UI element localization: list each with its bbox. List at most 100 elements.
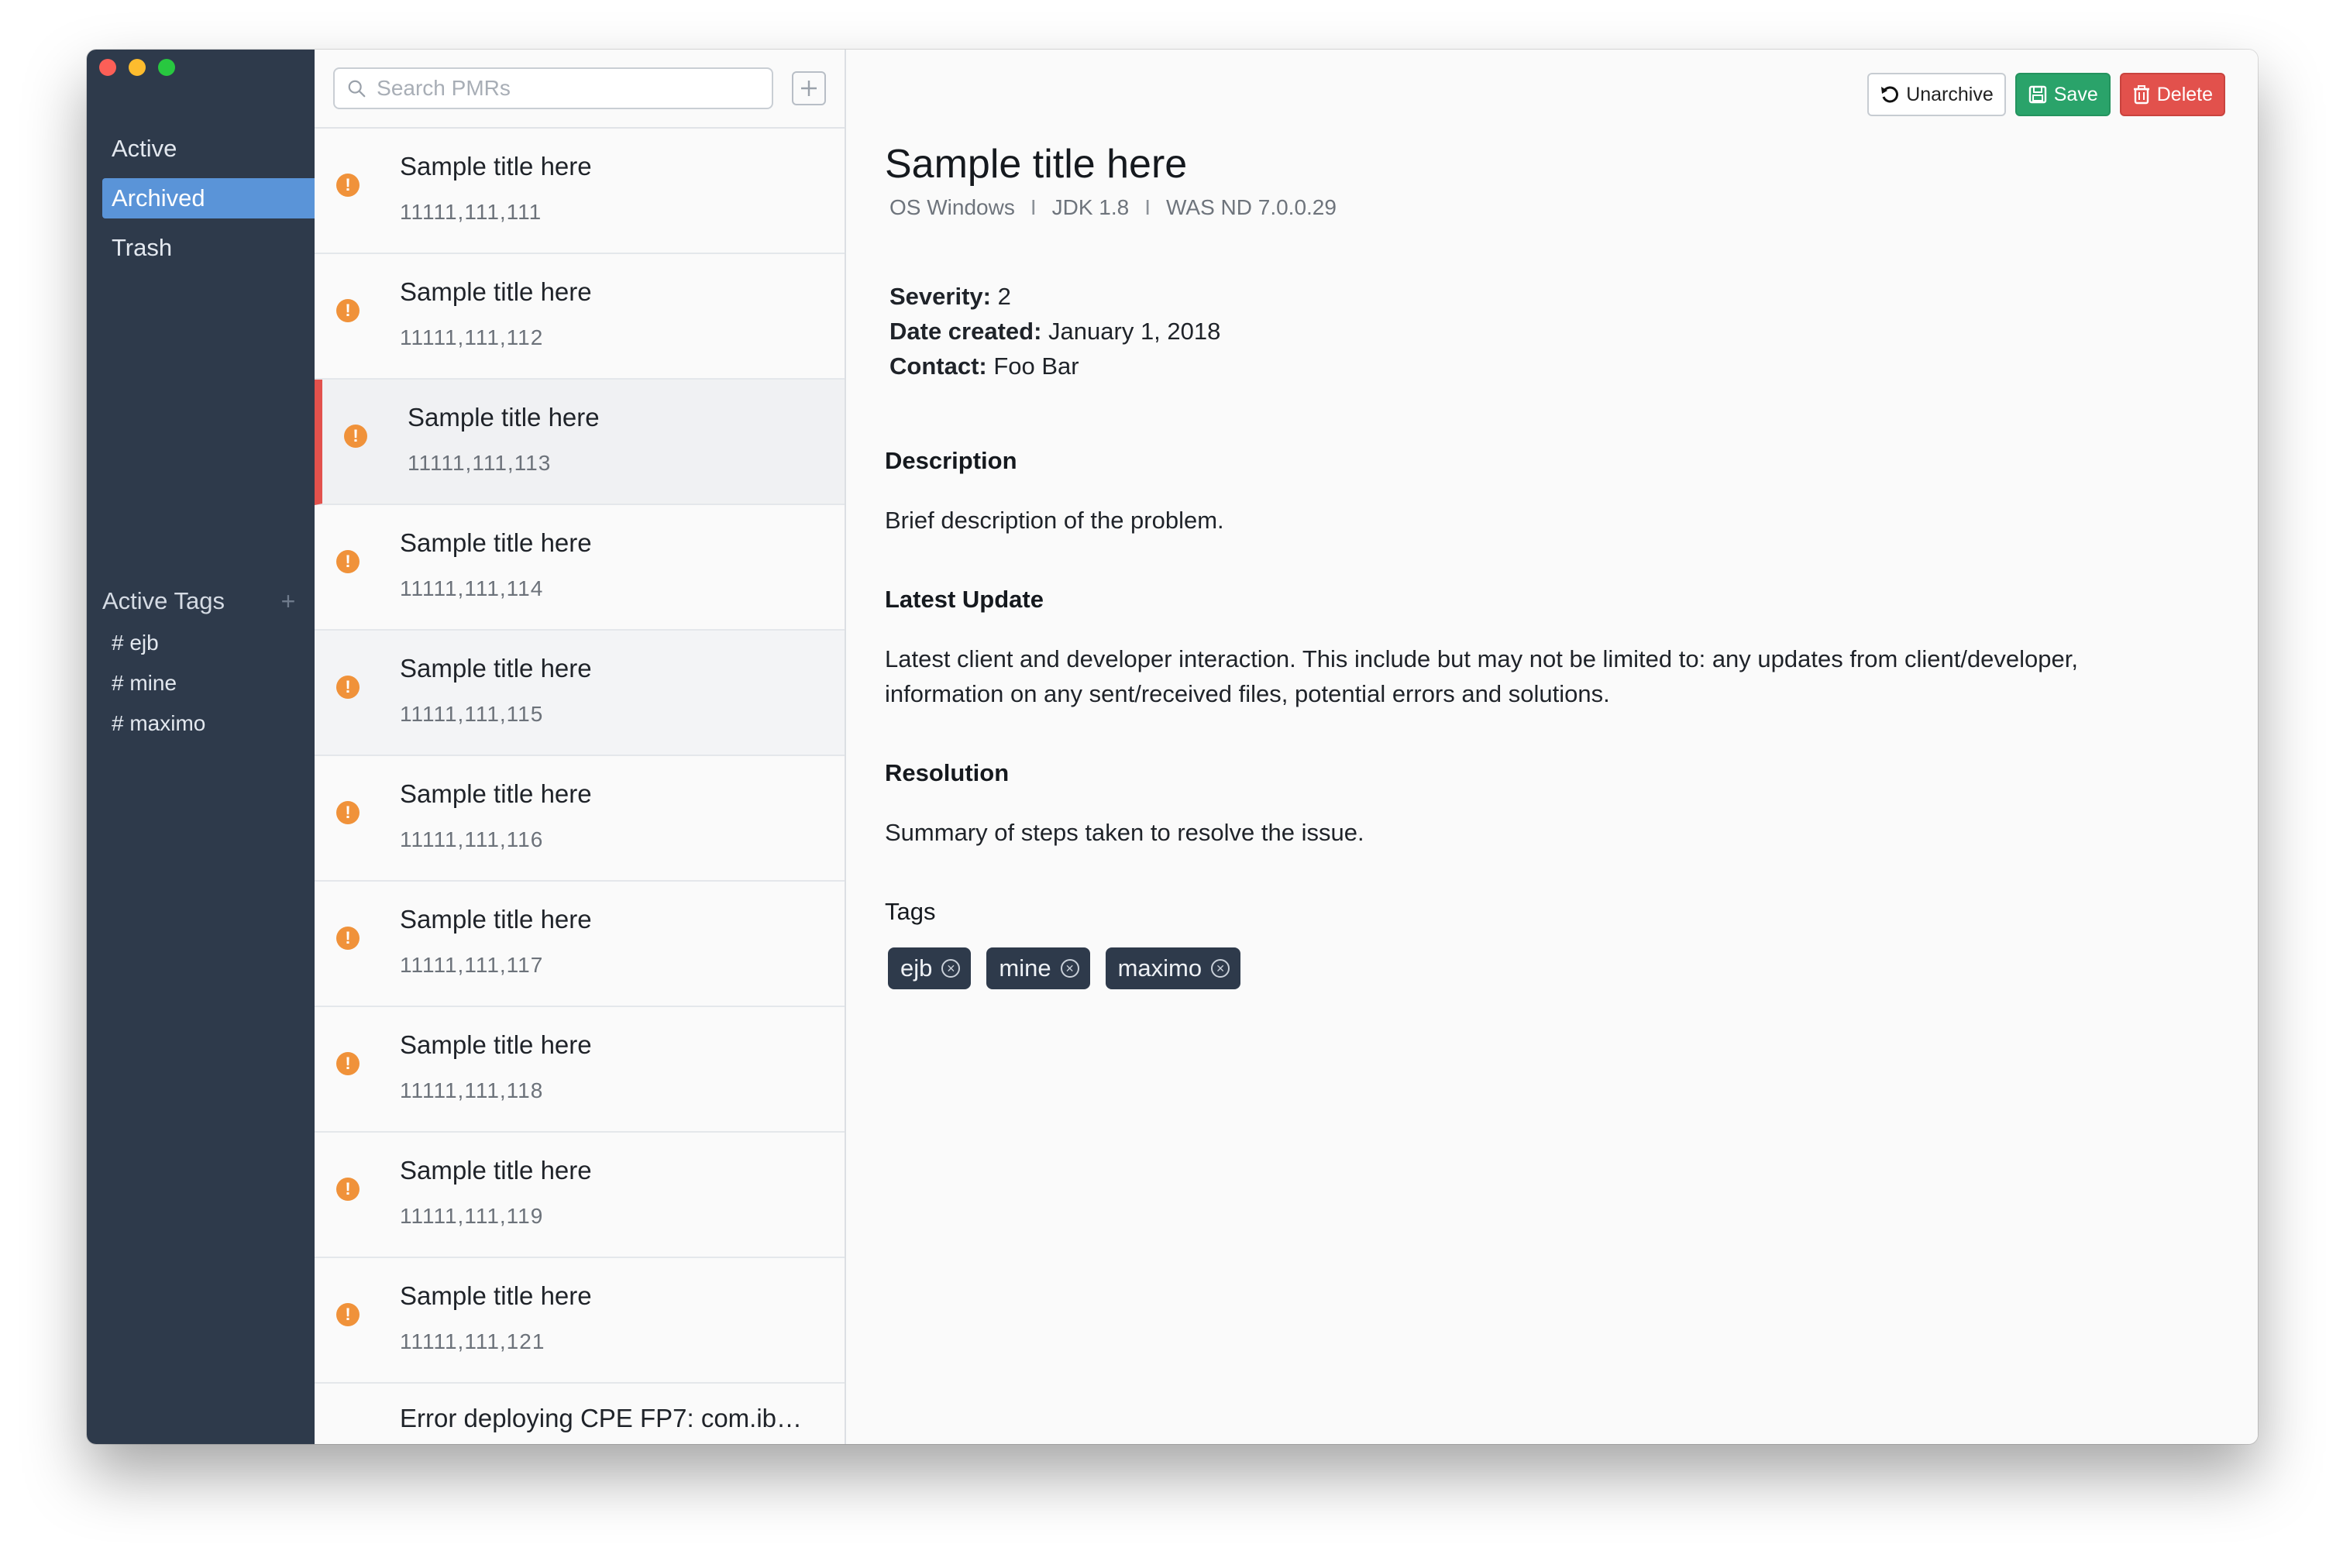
contact-row: Contact: Foo Bar — [889, 349, 2165, 383]
remove-tag-icon[interactable]: ✕ — [1060, 959, 1079, 978]
severity-value: 2 — [997, 283, 1011, 310]
tag-chip-maximo[interactable]: maximo ✕ — [1105, 947, 1241, 989]
meta-jdk: JDK 1.8 — [1051, 195, 1130, 219]
list-item-title: Sample title here — [408, 403, 600, 432]
meta-separator: I — [1144, 195, 1151, 219]
warning-icon: ! — [336, 1178, 360, 1201]
warning-icon: ! — [336, 676, 360, 699]
window-controls — [99, 59, 175, 76]
sidebar-item-active[interactable]: Active — [102, 129, 315, 169]
resolution-text: Summary of steps taken to resolve the is… — [885, 819, 1364, 846]
resolution-section: Resolution Summary of steps taken to res… — [885, 759, 2165, 850]
sidebar-item-archived[interactable]: Archived — [102, 178, 315, 218]
list-item[interactable]: ! Sample title here 11111,111,117 — [315, 882, 845, 1007]
list-item-number: 11111,111,113 — [408, 451, 552, 475]
list-item-selected[interactable]: ! Sample title here 11111,111,113 — [315, 380, 845, 505]
remove-tag-icon[interactable]: ✕ — [941, 959, 961, 978]
list-item-title: Sample title here — [400, 654, 592, 683]
list-item-number: 11111,111,111 — [400, 200, 542, 224]
warning-icon: ! — [336, 299, 360, 322]
list-item-title: Sample title here — [400, 277, 592, 306]
resolution-heading: Resolution — [885, 759, 1010, 786]
sidebar-tag-ejb[interactable]: # ejb — [112, 623, 205, 663]
list-item-number: 11111,111,121 — [400, 1329, 545, 1353]
unarchive-label: Unarchive — [1906, 83, 1994, 105]
active-tags-header: Active Tags + — [102, 584, 301, 618]
save-button[interactable]: Save — [2014, 73, 2111, 116]
tags-section: Tags ejb ✕ mine ✕ maximo ✕ — [885, 898, 2165, 989]
search-input[interactable] — [377, 76, 759, 101]
meta-separator: I — [1030, 195, 1037, 219]
list-item-number: 11111,111,116 — [400, 827, 544, 851]
pmr-list-pane: ! Sample title here 11111,111,111 ! Samp… — [315, 50, 846, 1444]
tag-chip-label: mine — [999, 954, 1051, 982]
list-item[interactable]: ! Sample title here 11111,111,118 — [315, 1007, 845, 1133]
page-title: Sample title here — [885, 142, 1188, 187]
list-item-number: 11111,111,115 — [400, 702, 544, 726]
tag-chip-ejb[interactable]: ejb ✕ — [888, 947, 972, 989]
tags-heading: Tags — [885, 898, 936, 925]
list-item[interactable]: ! Sample title here 11111,111,116 — [315, 756, 845, 882]
list-item[interactable]: ! Sample title here 11111,111,115 — [315, 631, 845, 756]
severity-label: Severity: — [889, 283, 991, 310]
active-tags-list: # ejb # mine # maximo — [112, 623, 205, 744]
sidebar-tag-mine[interactable]: # mine — [112, 663, 205, 703]
warning-icon: ! — [336, 801, 360, 824]
tag-chip-mine[interactable]: mine ✕ — [986, 947, 1090, 989]
remove-tag-icon[interactable]: ✕ — [1211, 959, 1230, 978]
list-item-title: Sample title here — [400, 152, 592, 181]
delete-label: Delete — [2156, 83, 2213, 105]
detail-toolbar: Unarchive Save Delete — [1867, 73, 2225, 116]
list-item-title: Error deploying CPE FP7: com.ibm... — [400, 1404, 818, 1432]
date-created-value: January 1, 2018 — [1048, 318, 1221, 345]
app-window: Active Archived Trash Active Tags + # ej… — [87, 50, 2258, 1444]
list-item-title: Sample title here — [400, 905, 592, 934]
warning-icon: ! — [336, 927, 360, 950]
minimize-window-button[interactable] — [129, 59, 146, 76]
undo-icon — [1881, 86, 1899, 103]
zoom-window-button[interactable] — [158, 59, 175, 76]
severity-row: Severity: 2 — [889, 279, 2165, 314]
contact-value: Foo Bar — [993, 352, 1079, 380]
warning-icon: ! — [336, 1303, 360, 1326]
list-item-number: 11111,111,118 — [400, 1078, 544, 1102]
search-bar — [315, 50, 845, 129]
sidebar-nav: Active Archived Trash — [102, 129, 315, 277]
date-created-row: Date created: January 1, 2018 — [889, 314, 2165, 349]
warning-icon: ! — [336, 1052, 360, 1075]
detail-properties: Severity: 2 Date created: January 1, 201… — [885, 279, 2165, 383]
sidebar-item-trash[interactable]: Trash — [102, 228, 315, 268]
unarchive-button[interactable]: Unarchive — [1867, 73, 2006, 116]
search-box — [333, 67, 773, 109]
list-item[interactable]: Error deploying CPE FP7: com.ibm... — [315, 1384, 845, 1444]
list-item-title: Sample title here — [400, 1156, 592, 1185]
trash-icon — [2133, 85, 2149, 105]
latest-update-heading: Latest Update — [885, 586, 1044, 613]
add-tag-icon[interactable]: + — [276, 587, 301, 616]
list-item[interactable]: ! Sample title here 11111,111,114 — [315, 505, 845, 631]
meta-was: WAS ND 7.0.0.29 — [1166, 195, 1337, 219]
floppy-disk-icon — [2028, 85, 2046, 104]
detail-content: Sample title here OS Windows I JDK 1.8 I… — [885, 141, 2165, 989]
warning-icon: ! — [336, 550, 360, 573]
list-item-number: 11111,111,119 — [400, 1204, 544, 1228]
list-item[interactable]: ! Sample title here 11111,111,111 — [315, 129, 845, 254]
tag-chip-label: maximo — [1117, 954, 1202, 982]
list-item-number: 11111,111,117 — [400, 953, 544, 977]
tag-chip-label: ejb — [900, 954, 933, 982]
list-item[interactable]: ! Sample title here 11111,111,112 — [315, 254, 845, 380]
pmr-detail-pane: Unarchive Save Delete Sample title here … — [846, 50, 2258, 1444]
list-item[interactable]: ! Sample title here 11111,111,121 — [315, 1258, 845, 1384]
list-item-title: Sample title here — [400, 1281, 592, 1310]
list-item[interactable]: ! Sample title here 11111,111,119 — [315, 1133, 845, 1258]
sidebar-tag-maximo[interactable]: # maximo — [112, 703, 205, 744]
list-item-title: Sample title here — [400, 779, 592, 808]
active-tags-title: Active Tags — [102, 587, 225, 614]
add-pmr-button[interactable] — [792, 71, 826, 105]
latest-update-text: Latest client and developer interaction.… — [885, 645, 2078, 707]
description-section: Description Brief description of the pro… — [885, 447, 2165, 538]
delete-button[interactable]: Delete — [2119, 73, 2225, 116]
description-heading: Description — [885, 447, 1017, 474]
close-window-button[interactable] — [99, 59, 116, 76]
contact-label: Contact: — [889, 352, 987, 380]
